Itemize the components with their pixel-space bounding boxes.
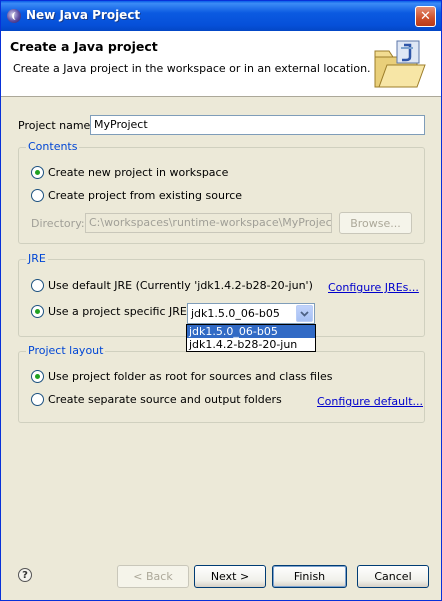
jre-select[interactable]: jdk1.5.0_06-b05 bbox=[187, 303, 315, 324]
browse-button[interactable]: Browse... bbox=[339, 212, 412, 234]
project-name-label: Project name: bbox=[18, 119, 95, 132]
wizard-header: Create a Java project Create a Java proj… bbox=[1, 31, 441, 97]
radio-selected-icon bbox=[31, 166, 44, 179]
close-icon: ✕ bbox=[420, 9, 431, 24]
radio-selected-icon bbox=[31, 370, 44, 383]
radio-selected-icon bbox=[31, 305, 44, 318]
cancel-button[interactable]: Cancel bbox=[357, 565, 429, 588]
create-from-existing-label: Create project from existing source bbox=[48, 189, 243, 202]
separate-folders-label: Create separate source and output folder… bbox=[48, 393, 282, 406]
use-default-jre-radio[interactable]: Use default JRE (Currently 'jdk1.4.2-b28… bbox=[31, 279, 313, 292]
back-button[interactable]: < Back bbox=[117, 565, 189, 588]
use-specific-jre-radio[interactable]: Use a project specific JRE: bbox=[31, 305, 191, 318]
wizard-content: Project name: MyProject Contents Create … bbox=[1, 98, 441, 538]
eclipse-icon bbox=[7, 9, 21, 23]
java-project-folder-icon bbox=[374, 40, 426, 88]
project-layout-group-title: Project layout bbox=[26, 344, 106, 357]
project-name-input[interactable]: MyProject bbox=[90, 115, 425, 135]
page-title: Create a Java project bbox=[10, 39, 158, 54]
use-default-jre-label: Use default JRE (Currently 'jdk1.4.2-b28… bbox=[48, 279, 313, 292]
create-from-existing-radio[interactable]: Create project from existing source bbox=[31, 189, 242, 202]
radio-unselected-icon bbox=[31, 189, 44, 202]
contents-group: Contents Create new project in workspace… bbox=[18, 140, 425, 244]
contents-group-title: Contents bbox=[26, 140, 80, 153]
jre-select-value: jdk1.5.0_06-b05 bbox=[191, 307, 280, 320]
window-title: New Java Project bbox=[26, 8, 141, 22]
jre-dropdown-list: jdk1.5.0_06-b05 jdk1.4.2-b28-20-jun bbox=[186, 324, 316, 352]
jre-option[interactable]: jdk1.5.0_06-b05 bbox=[187, 325, 315, 338]
configure-default-link[interactable]: Configure default... bbox=[317, 395, 423, 408]
project-layout-group: Project layout Use project folder as roo… bbox=[18, 344, 425, 423]
chevron-down-icon[interactable] bbox=[296, 305, 313, 322]
next-button[interactable]: Next > bbox=[194, 565, 266, 588]
separate-folders-radio[interactable]: Create separate source and output folder… bbox=[31, 393, 282, 406]
use-project-root-radio[interactable]: Use project folder as root for sources a… bbox=[31, 370, 333, 383]
help-icon[interactable]: ? bbox=[18, 568, 32, 582]
page-description: Create a Java project in the workspace o… bbox=[13, 62, 371, 75]
finish-button[interactable]: Finish bbox=[272, 565, 347, 588]
close-button[interactable]: ✕ bbox=[415, 6, 436, 27]
new-java-project-dialog: New Java Project ✕ Create a Java project… bbox=[0, 0, 442, 601]
create-new-project-radio[interactable]: Create new project in workspace bbox=[31, 166, 228, 179]
directory-input[interactable]: C:\workspaces\runtime-workspace\MyProjec… bbox=[85, 213, 332, 233]
title-bar[interactable]: New Java Project ✕ bbox=[1, 1, 441, 31]
jre-group-title: JRE bbox=[26, 252, 48, 265]
radio-unselected-icon bbox=[31, 279, 44, 292]
directory-label: Directory: bbox=[31, 217, 85, 230]
configure-jres-link[interactable]: Configure JREs... bbox=[328, 281, 419, 294]
create-new-project-label: Create new project in workspace bbox=[48, 166, 229, 179]
use-project-root-label: Use project folder as root for sources a… bbox=[48, 370, 333, 383]
radio-unselected-icon bbox=[31, 393, 44, 406]
jre-option[interactable]: jdk1.4.2-b28-20-jun bbox=[187, 338, 315, 351]
use-specific-jre-label: Use a project specific JRE: bbox=[48, 305, 191, 318]
